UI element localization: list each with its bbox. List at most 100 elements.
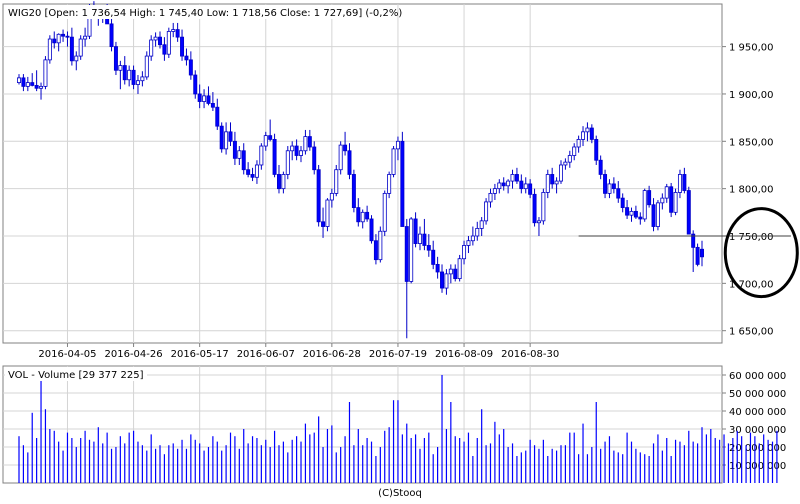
- candle-up: [510, 174, 515, 182]
- candle-down: [294, 145, 299, 156]
- candle-down: [413, 218, 418, 244]
- candle-down: [206, 95, 211, 104]
- candle-down: [695, 246, 700, 265]
- footer-copyright: (C)Stooq: [378, 488, 422, 499]
- candle-down: [250, 174, 255, 178]
- candle-up: [329, 192, 334, 201]
- date-tick-label: 2016-07-19: [369, 349, 427, 360]
- candle-down: [347, 150, 352, 175]
- candle-up: [83, 35, 88, 40]
- candle-up: [153, 36, 158, 41]
- candle-up: [475, 228, 480, 237]
- date-tick-label: 2016-08-30: [501, 349, 559, 360]
- candle-down: [616, 188, 621, 199]
- chart-svg: 1 650,001 700,001 750,001 800,001 850,00…: [2, 1, 799, 499]
- candle-down: [65, 35, 70, 38]
- candle-up: [418, 233, 422, 244]
- volume-tick-label: 50 000 000: [729, 389, 786, 400]
- candle-down: [113, 46, 118, 71]
- candle-down: [184, 55, 189, 61]
- candle-down: [343, 144, 348, 152]
- candle-up: [409, 218, 414, 282]
- date-tick-label: 2016-06-28: [303, 349, 361, 360]
- candle-down: [109, 23, 114, 48]
- candle-up: [576, 139, 581, 148]
- candle-down: [232, 140, 237, 159]
- candle-up: [655, 202, 660, 227]
- candle-down: [272, 139, 277, 175]
- candle-up: [127, 69, 132, 81]
- candle-down: [603, 174, 608, 194]
- candle-up: [581, 131, 586, 140]
- candle-up: [378, 230, 383, 261]
- candle-down: [620, 197, 625, 208]
- candle-up: [497, 182, 502, 190]
- price-title: WIG20 [Open: 1 736,54 High: 1 745,40 Low…: [8, 8, 402, 19]
- candle-down: [682, 174, 687, 191]
- candle-down: [519, 180, 524, 190]
- price-tick-label: 1 900,00: [729, 90, 774, 101]
- price-tick-label: 1 800,00: [729, 185, 774, 196]
- candle-up: [78, 38, 83, 57]
- candle-up: [263, 135, 268, 147]
- candle-down: [351, 174, 356, 208]
- candle-down: [321, 221, 326, 227]
- candle-down: [158, 36, 162, 46]
- candle-down: [435, 264, 440, 273]
- candle-up: [285, 150, 290, 175]
- candle-up: [387, 174, 392, 194]
- candle-down: [215, 106, 220, 127]
- candle-up: [171, 29, 176, 32]
- candle-down: [440, 271, 445, 289]
- date-tick-label: 2016-08-09: [435, 349, 493, 360]
- candle-up: [563, 161, 568, 166]
- candle-down: [373, 240, 378, 261]
- candle-up: [202, 95, 207, 102]
- candle-down: [276, 174, 281, 190]
- date-tick-label: 2016-06-07: [237, 349, 295, 360]
- candle-down: [647, 190, 652, 206]
- candle-up: [43, 59, 48, 87]
- price-panel: [2, 3, 723, 344]
- volume-tick-label: 40 000 000: [729, 407, 786, 418]
- candle-up: [541, 192, 546, 222]
- candle-down: [197, 93, 202, 102]
- candle-down: [21, 77, 26, 87]
- candle-up: [444, 273, 449, 289]
- candle-up: [259, 145, 264, 166]
- candle-up: [536, 220, 541, 224]
- candle-down: [175, 29, 180, 38]
- candle-up: [448, 268, 453, 275]
- candle-up: [74, 55, 79, 62]
- stock-chart-window: 1 650,00 1 700,00 1 750,00 1 800,00 1 850,00…: [0, 0, 800, 500]
- candle-up: [237, 150, 242, 159]
- candle-down: [611, 183, 616, 190]
- candle-up: [224, 131, 229, 150]
- candle-up: [140, 76, 145, 82]
- candle-up: [395, 140, 400, 150]
- candle-up: [144, 55, 149, 78]
- candle-up: [572, 146, 577, 156]
- price-tick-label: 1 950,00: [729, 43, 774, 54]
- candle-down: [365, 211, 370, 220]
- candle-up: [118, 65, 123, 71]
- candle-down: [686, 190, 691, 235]
- candle-up: [299, 150, 303, 156]
- candle-down: [219, 125, 224, 150]
- candle-down: [316, 169, 321, 223]
- candle-up: [484, 201, 489, 222]
- candle-down: [514, 174, 519, 182]
- candle-up: [338, 144, 343, 171]
- candle-up: [462, 245, 467, 260]
- candle-up: [334, 169, 339, 194]
- candle-down: [651, 204, 656, 227]
- candle-up: [303, 136, 308, 152]
- candle-up: [545, 174, 550, 193]
- candle-up: [39, 85, 44, 89]
- candle-up: [585, 127, 590, 133]
- volume-title: VOL - Volume [29 377 225]: [8, 370, 144, 381]
- candle-down: [400, 140, 405, 227]
- candle-down: [431, 249, 436, 265]
- candle-up: [470, 235, 475, 242]
- candle-up: [360, 211, 365, 223]
